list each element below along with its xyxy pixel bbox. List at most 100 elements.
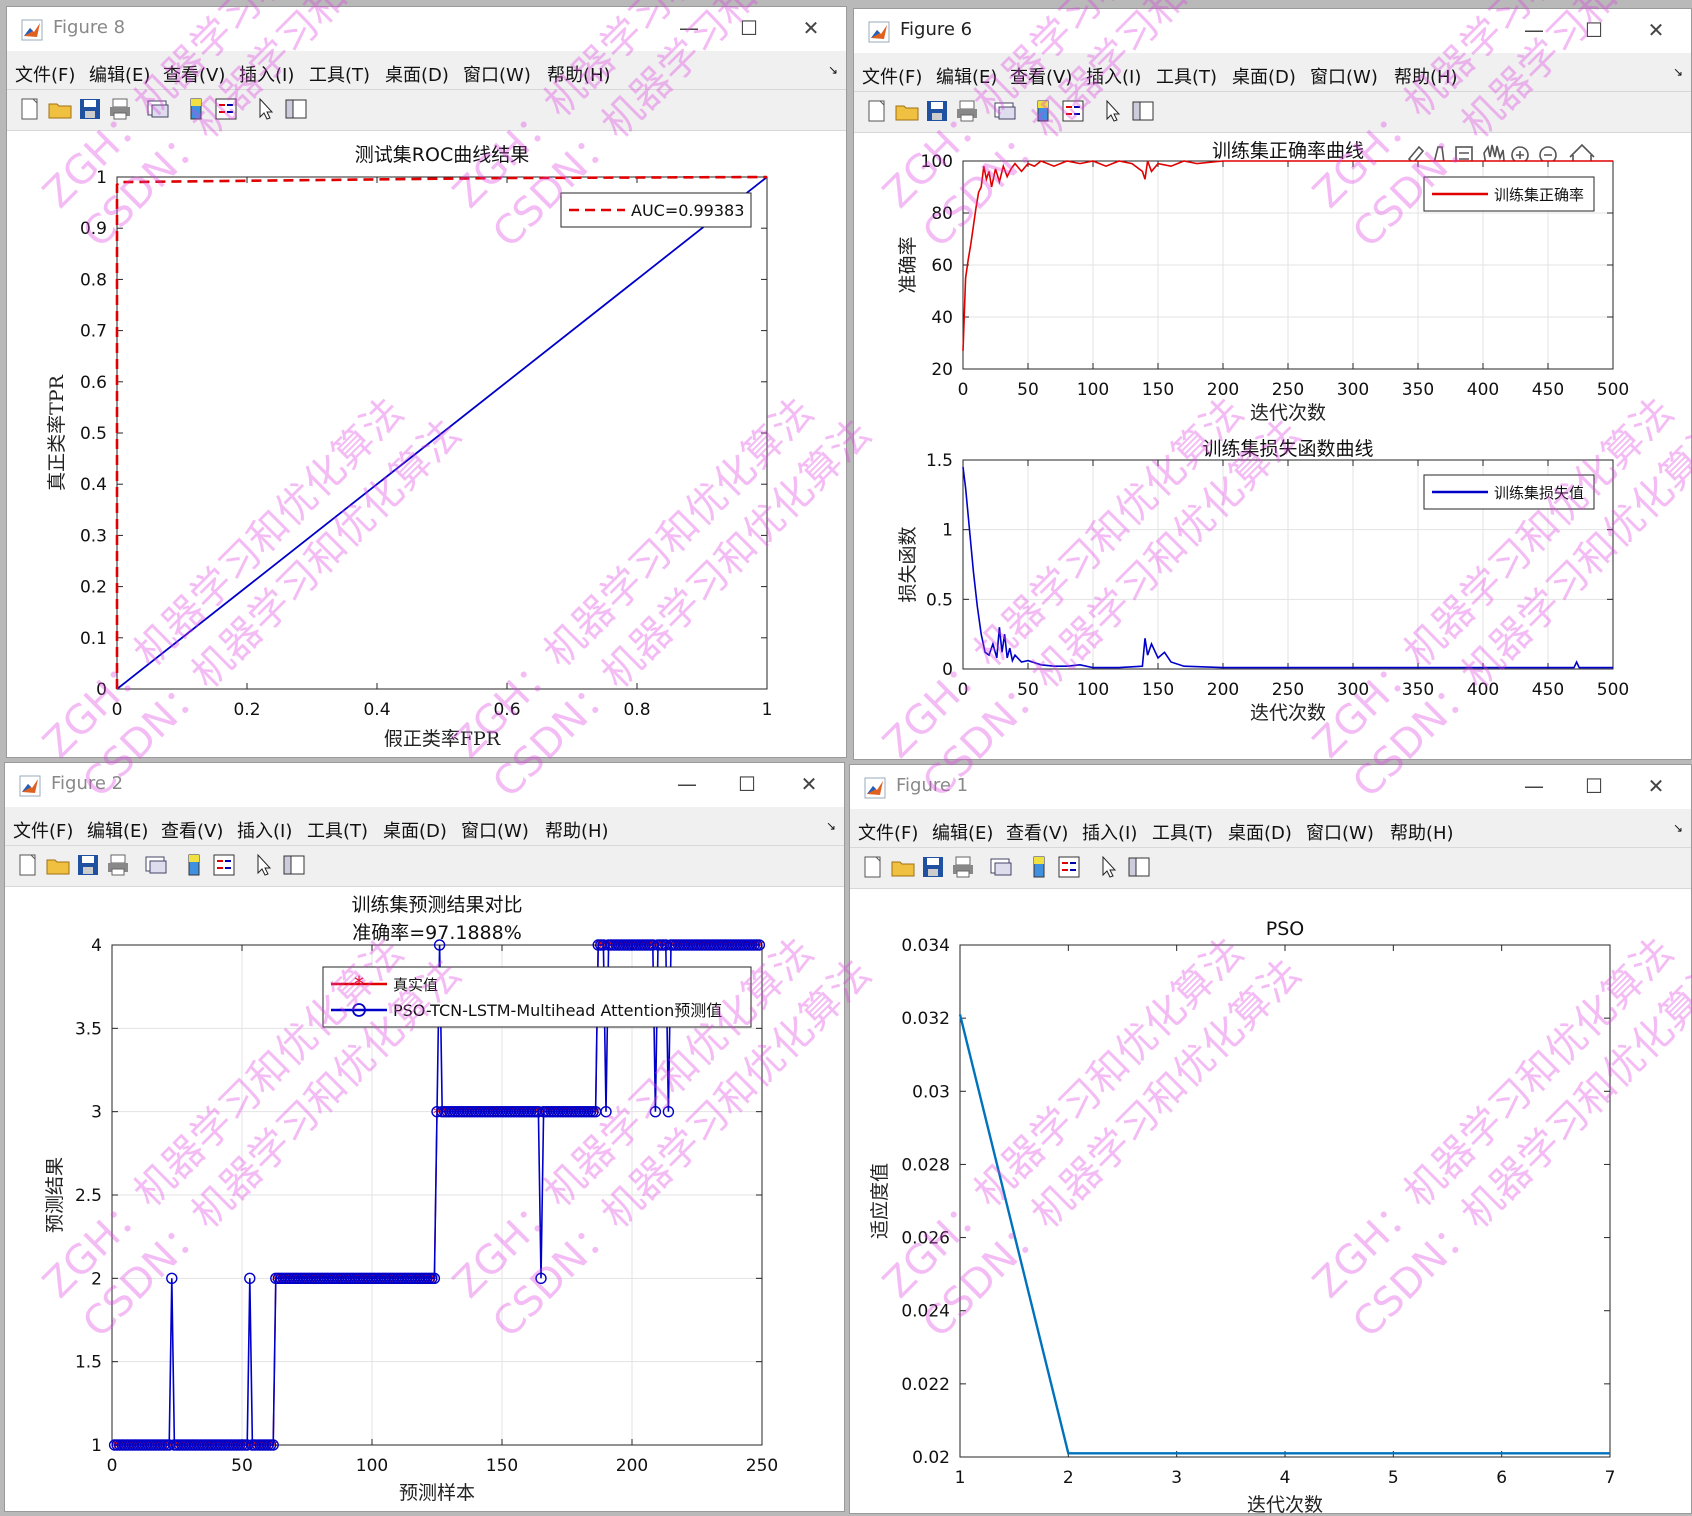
- open-file-icon[interactable]: [894, 98, 920, 124]
- link-plot-icon[interactable]: [143, 852, 169, 878]
- menu-item[interactable]: 编辑(E): [936, 63, 997, 89]
- menu-overflow-icon[interactable]: ↘: [828, 63, 838, 77]
- menu-item[interactable]: 编辑(E): [932, 819, 993, 845]
- y-tick-label: 1.5: [75, 1353, 102, 1373]
- menu-item[interactable]: 查看(V): [1010, 63, 1072, 89]
- minimize-button[interactable]: —: [1517, 15, 1551, 45]
- menu-item[interactable]: 帮助(H): [545, 817, 609, 843]
- close-button[interactable]: ✕: [1639, 15, 1673, 45]
- colorbar-icon[interactable]: [183, 96, 209, 122]
- menu-item[interactable]: 桌面(D): [385, 61, 449, 87]
- print-icon[interactable]: [105, 852, 131, 878]
- menu-item[interactable]: 工具(T): [307, 817, 368, 843]
- maximize-button[interactable]: ☐: [1577, 15, 1611, 45]
- title-bar[interactable]: Figure 6 — ☐ ✕: [854, 9, 1691, 53]
- x-tick-label: 300: [1337, 680, 1369, 700]
- legend-icon[interactable]: [211, 852, 237, 878]
- menu-item[interactable]: 插入(I): [237, 817, 292, 843]
- colorbar-icon[interactable]: [1026, 854, 1052, 880]
- print-icon[interactable]: [950, 854, 976, 880]
- link-plot-icon[interactable]: [992, 98, 1018, 124]
- open-file-icon[interactable]: [47, 96, 73, 122]
- menu-item[interactable]: 窗口(W): [463, 61, 531, 87]
- menu-item[interactable]: 文件(F): [862, 63, 922, 89]
- menu-item[interactable]: 文件(F): [13, 817, 73, 843]
- menu-item[interactable]: 桌面(D): [383, 817, 447, 843]
- new-figure-icon[interactable]: [864, 98, 890, 124]
- menu-item[interactable]: 插入(I): [239, 61, 294, 87]
- save-icon[interactable]: [920, 854, 946, 880]
- menu-overflow-icon[interactable]: ↘: [1673, 821, 1683, 835]
- x-tick-label: 450: [1532, 680, 1564, 700]
- menu-item[interactable]: 桌面(D): [1232, 63, 1296, 89]
- pointer-icon[interactable]: [1100, 98, 1126, 124]
- legend-icon[interactable]: [1056, 854, 1082, 880]
- menu-item[interactable]: 查看(V): [161, 817, 223, 843]
- menu-item[interactable]: 帮助(H): [547, 61, 611, 87]
- minimize-button[interactable]: —: [1517, 771, 1551, 801]
- menu-item[interactable]: 窗口(W): [1310, 63, 1378, 89]
- menu-item[interactable]: 查看(V): [1006, 819, 1068, 845]
- maximize-button[interactable]: ☐: [732, 13, 766, 43]
- close-button[interactable]: ✕: [794, 13, 828, 43]
- legend-icon[interactable]: [213, 96, 239, 122]
- pointer-icon[interactable]: [1096, 854, 1122, 880]
- property-inspector-icon[interactable]: [281, 852, 307, 878]
- maximize-button[interactable]: ☐: [1577, 771, 1611, 801]
- property-inspector-icon[interactable]: [1130, 98, 1156, 124]
- new-figure-icon[interactable]: [17, 96, 43, 122]
- save-icon[interactable]: [924, 98, 950, 124]
- menu-item[interactable]: 窗口(W): [1306, 819, 1374, 845]
- close-button[interactable]: ✕: [1639, 771, 1673, 801]
- property-inspector-icon[interactable]: [283, 96, 309, 122]
- menu-bar: 文件(F) 编辑(E) 查看(V) 插入(I) 工具(T) 桌面(D) 窗口(W) 帮助(H)…: [7, 55, 846, 87]
- menu-item[interactable]: 工具(T): [309, 61, 370, 87]
- print-icon[interactable]: [107, 96, 133, 122]
- colorbar-icon[interactable]: [1030, 98, 1056, 124]
- figure-canvas: 0 50 100 150 200 250 1 1.5 2 2.5 3 3.5 4 训练集预测结果对比 准确率…: [5, 887, 844, 1511]
- title-bar[interactable]: Figure 2 — ☐ ✕: [5, 763, 844, 807]
- open-file-icon[interactable]: [45, 852, 71, 878]
- menu-item[interactable]: 帮助(H): [1394, 63, 1458, 89]
- menu-item[interactable]: 插入(I): [1086, 63, 1141, 89]
- menu-bar: 文件(F) 编辑(E) 查看(V) 插入(I) 工具(T) 桌面(D) 窗口(W) 帮助(H)…: [854, 57, 1691, 89]
- pointer-icon[interactable]: [253, 96, 279, 122]
- menu-item[interactable]: 查看(V): [163, 61, 225, 87]
- legend-entry: 训练集损失值: [1494, 484, 1584, 502]
- new-figure-icon[interactable]: [860, 854, 886, 880]
- menu-item[interactable]: 工具(T): [1156, 63, 1217, 89]
- menu-item[interactable]: 窗口(W): [461, 817, 529, 843]
- open-file-icon[interactable]: [890, 854, 916, 880]
- legend-entry: 真实值: [393, 976, 438, 994]
- property-inspector-icon[interactable]: [1126, 854, 1152, 880]
- minimize-button[interactable]: —: [670, 769, 704, 799]
- close-button[interactable]: ✕: [792, 769, 826, 799]
- menu-overflow-icon[interactable]: ↘: [826, 819, 836, 833]
- figure-1-window: Figure 1 — ☐ ✕ 文件(F) 编辑(E) 查看(V) 插入(I) 工具(T)…: [849, 764, 1692, 1514]
- menu-item[interactable]: 桌面(D): [1228, 819, 1292, 845]
- menu-item[interactable]: 文件(F): [858, 819, 918, 845]
- menu-overflow-icon[interactable]: ↘: [1673, 65, 1683, 79]
- x-tick-label: 0.4: [363, 700, 390, 720]
- minimize-button[interactable]: —: [672, 13, 706, 43]
- menu-item[interactable]: 文件(F): [15, 61, 75, 87]
- title-bar[interactable]: Figure 8 — ☐ ✕: [7, 7, 846, 51]
- link-plot-icon[interactable]: [145, 96, 171, 122]
- colorbar-icon[interactable]: [181, 852, 207, 878]
- save-icon[interactable]: [75, 852, 101, 878]
- legend-icon[interactable]: [1060, 98, 1086, 124]
- save-icon[interactable]: [77, 96, 103, 122]
- menu-item[interactable]: 编辑(E): [89, 61, 150, 87]
- title-bar[interactable]: Figure 1 — ☐ ✕: [850, 765, 1691, 809]
- new-figure-icon[interactable]: [15, 852, 41, 878]
- menu-item[interactable]: 插入(I): [1082, 819, 1137, 845]
- pointer-icon[interactable]: [251, 852, 277, 878]
- maximize-button[interactable]: ☐: [730, 769, 764, 799]
- menu-item[interactable]: 工具(T): [1152, 819, 1213, 845]
- y-tick-label: 1: [96, 168, 107, 188]
- y-tick-label: 0.034: [901, 936, 950, 956]
- menu-item[interactable]: 帮助(H): [1390, 819, 1454, 845]
- print-icon[interactable]: [954, 98, 980, 124]
- link-plot-icon[interactable]: [988, 854, 1014, 880]
- menu-item[interactable]: 编辑(E): [87, 817, 148, 843]
